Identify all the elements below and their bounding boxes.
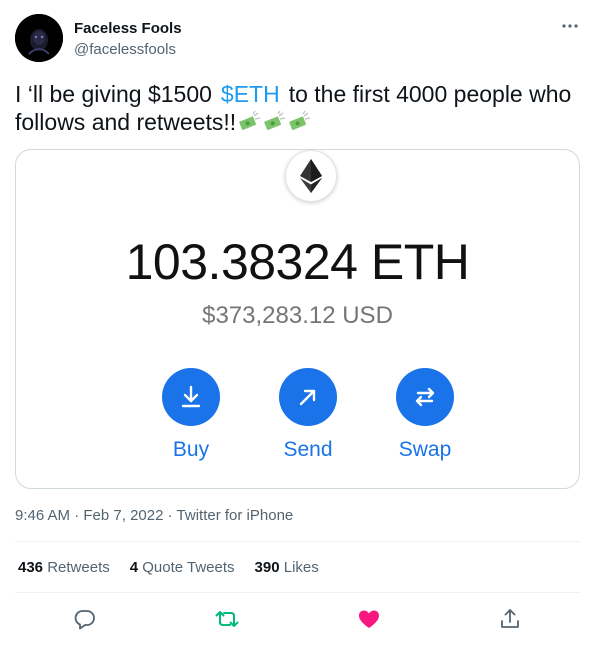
tweet-stats: 436 Retweets 4 Quote Tweets 390 Likes xyxy=(18,559,319,576)
buy-button[interactable] xyxy=(162,368,220,426)
money-with-wings-icon xyxy=(262,110,286,140)
retweets-count: 436 xyxy=(18,559,44,576)
swap-icon xyxy=(415,387,435,407)
send-action[interactable]: Send xyxy=(273,368,343,462)
reply-icon xyxy=(74,610,95,630)
money-with-wings-icon xyxy=(237,110,261,140)
send-button[interactable] xyxy=(279,368,337,426)
send-label: Send xyxy=(283,438,333,461)
cashtag-link[interactable]: $ETH xyxy=(221,81,280,107)
like-button[interactable] xyxy=(356,606,382,632)
tweet-text: I ‘ll be giving $1500 $ETH to the first 40… xyxy=(15,80,575,140)
arrow-up-right-icon xyxy=(299,389,316,406)
swap-action[interactable]: Swap xyxy=(390,368,460,462)
divider xyxy=(15,592,580,593)
eth-balance: 103.38324 ETH xyxy=(125,234,470,290)
buy-action[interactable]: Buy xyxy=(156,368,226,462)
tweet-time[interactable]: 9:46 AM xyxy=(15,507,70,524)
author-handle[interactable]: @facelessfools xyxy=(74,41,176,58)
retweet-icon xyxy=(215,611,239,627)
download-icon xyxy=(181,385,201,408)
more-options-button[interactable] xyxy=(558,14,582,38)
eth-logo-badge xyxy=(285,150,337,202)
heart-icon xyxy=(359,610,379,628)
tweet: Faceless Fools @facelessfools I ‘ll be g… xyxy=(0,0,595,651)
money-with-wings-icon xyxy=(287,110,311,140)
retweets-stat[interactable]: 436 Retweets xyxy=(18,559,110,576)
share-button[interactable] xyxy=(497,606,523,632)
more-icon xyxy=(562,24,578,28)
tweet-source[interactable]: Twitter for iPhone xyxy=(177,507,294,524)
reply-button[interactable] xyxy=(72,606,98,632)
likes-count: 390 xyxy=(254,559,280,576)
divider xyxy=(15,541,580,542)
tweet-meta: 9:46 AM · Feb 7, 2022 · Twitter for iPho… xyxy=(15,507,293,524)
ethereum-icon xyxy=(300,159,322,193)
avatar[interactable] xyxy=(15,14,63,62)
media-image[interactable]: 103.38324 ETH $373,283.12 USD Buy Send S… xyxy=(15,149,580,489)
tweet-date[interactable]: Feb 7, 2022 xyxy=(83,507,163,524)
tweet-actions-bar xyxy=(0,606,595,632)
quote-tweets-count: 4 xyxy=(129,559,139,576)
separator-dot: · xyxy=(74,507,84,524)
retweets-label: Retweets xyxy=(47,559,110,576)
swap-button[interactable] xyxy=(396,368,454,426)
buy-label: Buy xyxy=(172,438,210,461)
separator-dot: · xyxy=(167,507,177,524)
quote-tweets-label: Quote Tweets xyxy=(142,559,235,576)
likes-label: Likes xyxy=(283,559,319,576)
likes-stat[interactable]: 390 Likes xyxy=(255,559,319,576)
retweet-button[interactable] xyxy=(214,606,240,632)
tweet-text-before: I ‘ll be giving $1500 xyxy=(15,81,212,107)
usd-balance: $373,283.12 USD xyxy=(202,302,393,329)
share-icon xyxy=(501,609,519,628)
swap-label: Swap xyxy=(398,438,452,461)
author-name[interactable]: Faceless Fools xyxy=(74,20,182,37)
quote-tweets-stat[interactable]: 4 Quote Tweets xyxy=(130,559,235,576)
